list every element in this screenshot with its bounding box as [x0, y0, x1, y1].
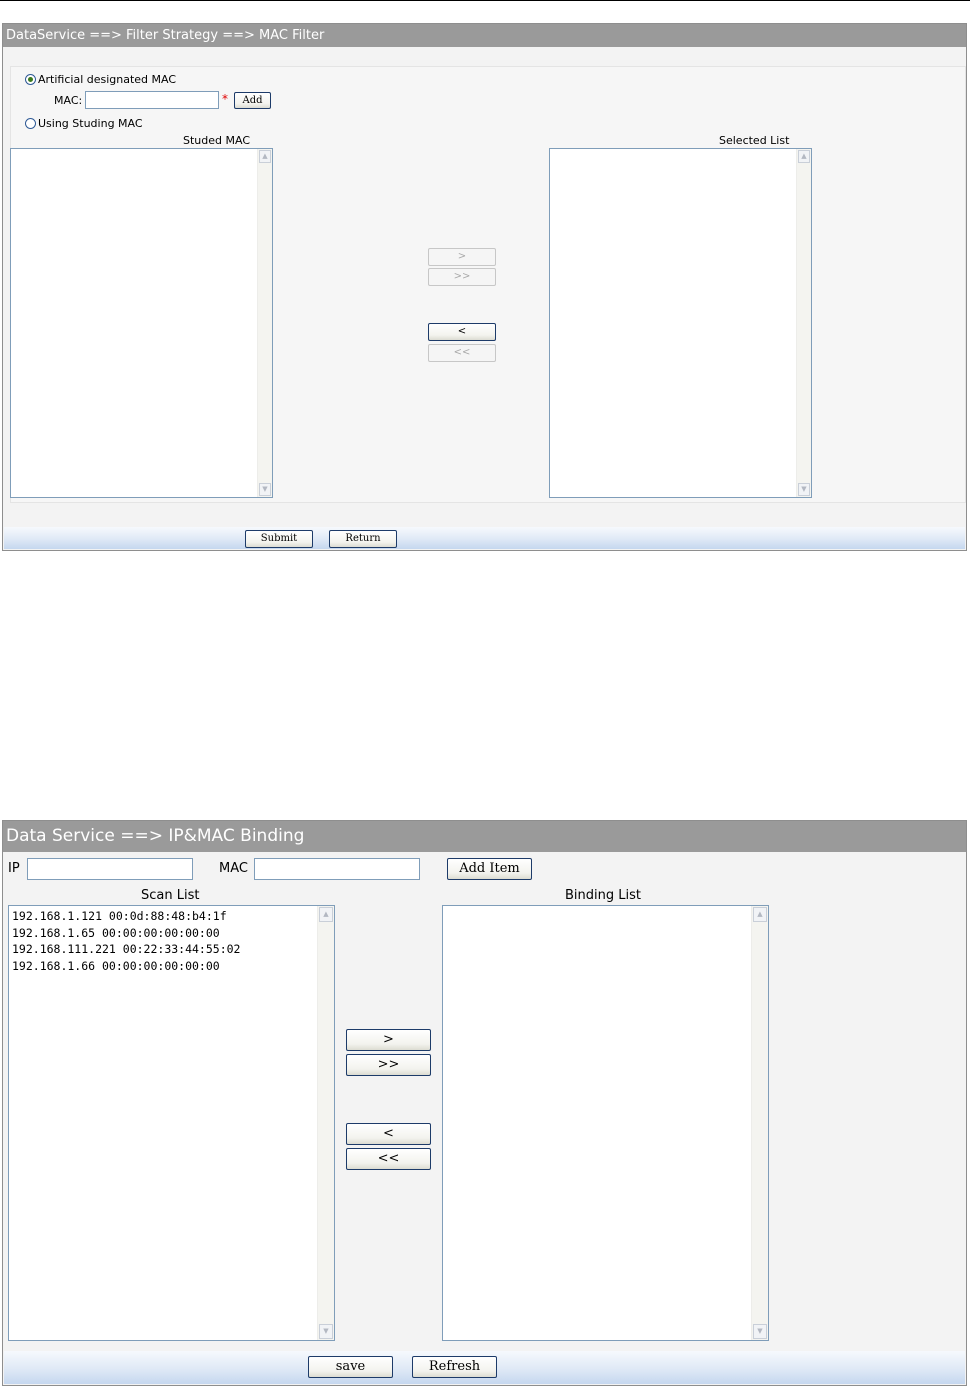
- page-title: Data Service ==> IP&MAC Binding: [3, 821, 966, 852]
- scroll-up-icon[interactable]: ▲: [259, 150, 271, 163]
- scan-list-scrollbar[interactable]: ▲ ▼: [317, 906, 334, 1340]
- scan-list-title: Scan List: [141, 888, 200, 903]
- move-left-button[interactable]: <: [428, 323, 496, 341]
- scan-list-item[interactable]: 192.168.1.65 00:00:00:00:00:00: [12, 925, 240, 942]
- scroll-up-icon[interactable]: ▲: [753, 907, 767, 922]
- move-right-button[interactable]: >: [346, 1029, 431, 1051]
- mac-input[interactable]: [85, 91, 219, 109]
- move-all-right-button[interactable]: >>: [428, 268, 496, 286]
- ip-label: IP: [8, 861, 20, 876]
- add-item-button[interactable]: Add Item: [447, 858, 532, 880]
- studed-mac-listbox[interactable]: ▲ ▼: [10, 148, 273, 498]
- save-button[interactable]: save: [308, 1356, 393, 1378]
- radio-using-studing-mac[interactable]: [25, 118, 36, 129]
- ip-mac-binding-panel: Data Service ==> IP&MAC Binding IP MAC A…: [2, 820, 967, 1386]
- refresh-button[interactable]: Refresh: [412, 1356, 497, 1378]
- move-left-button[interactable]: <: [346, 1123, 431, 1145]
- mac-input[interactable]: [254, 858, 420, 880]
- return-button[interactable]: Return: [329, 530, 397, 548]
- move-right-button[interactable]: >: [428, 248, 496, 266]
- radio-artificial-designated-mac-label: Artificial designated MAC: [38, 73, 177, 86]
- scroll-down-icon[interactable]: ▼: [753, 1324, 767, 1339]
- scroll-up-icon[interactable]: ▲: [798, 150, 810, 163]
- page-title: DataService ==> Filter Strategy ==> MAC …: [3, 24, 966, 47]
- ip-input[interactable]: [27, 858, 193, 880]
- scroll-up-icon[interactable]: ▲: [319, 907, 333, 922]
- scan-list-item[interactable]: 192.168.111.221 00:22:33:44:55:02: [12, 941, 240, 958]
- submit-button[interactable]: Submit: [245, 530, 313, 548]
- studed-mac-scrollbar[interactable]: ▲ ▼: [257, 149, 272, 497]
- mac-label: MAC:: [54, 94, 83, 107]
- move-all-left-button[interactable]: <<: [346, 1148, 431, 1170]
- add-mac-button[interactable]: Add: [234, 92, 271, 109]
- move-all-right-button[interactable]: >>: [346, 1054, 431, 1076]
- radio-using-studing-mac-label: Using Studing MAC: [38, 117, 143, 130]
- radio-artificial-designated-mac[interactable]: [25, 74, 36, 85]
- scroll-down-icon[interactable]: ▼: [798, 483, 810, 496]
- required-mark: *: [222, 92, 228, 106]
- binding-list-scrollbar[interactable]: ▲ ▼: [751, 906, 768, 1340]
- binding-list-title: Binding List: [565, 888, 641, 903]
- page-top-rule: [0, 0, 970, 1]
- mac-filter-panel: DataService ==> Filter Strategy ==> MAC …: [2, 23, 967, 551]
- studed-mac-list-title: Studed MAC: [183, 134, 250, 147]
- selected-list-scrollbar[interactable]: ▲ ▼: [796, 149, 811, 497]
- scan-list-item[interactable]: 192.168.1.121 00:0d:88:48:b4:1f: [12, 908, 240, 925]
- scroll-down-icon[interactable]: ▼: [319, 1324, 333, 1339]
- move-all-left-button[interactable]: <<: [428, 344, 496, 362]
- scan-list-item[interactable]: 192.168.1.66 00:00:00:00:00:00: [12, 958, 240, 975]
- scroll-down-icon[interactable]: ▼: [259, 483, 271, 496]
- binding-listbox[interactable]: ▲ ▼: [442, 905, 769, 1341]
- selected-listbox[interactable]: ▲ ▼: [549, 148, 812, 498]
- scan-list-items: 192.168.1.121 00:0d:88:48:b4:1f 192.168.…: [12, 908, 240, 974]
- scan-listbox[interactable]: 192.168.1.121 00:0d:88:48:b4:1f 192.168.…: [8, 905, 335, 1341]
- mac-filter-footer: [4, 527, 965, 549]
- mac-label: MAC: [219, 861, 248, 876]
- selected-list-title: Selected List: [719, 134, 790, 147]
